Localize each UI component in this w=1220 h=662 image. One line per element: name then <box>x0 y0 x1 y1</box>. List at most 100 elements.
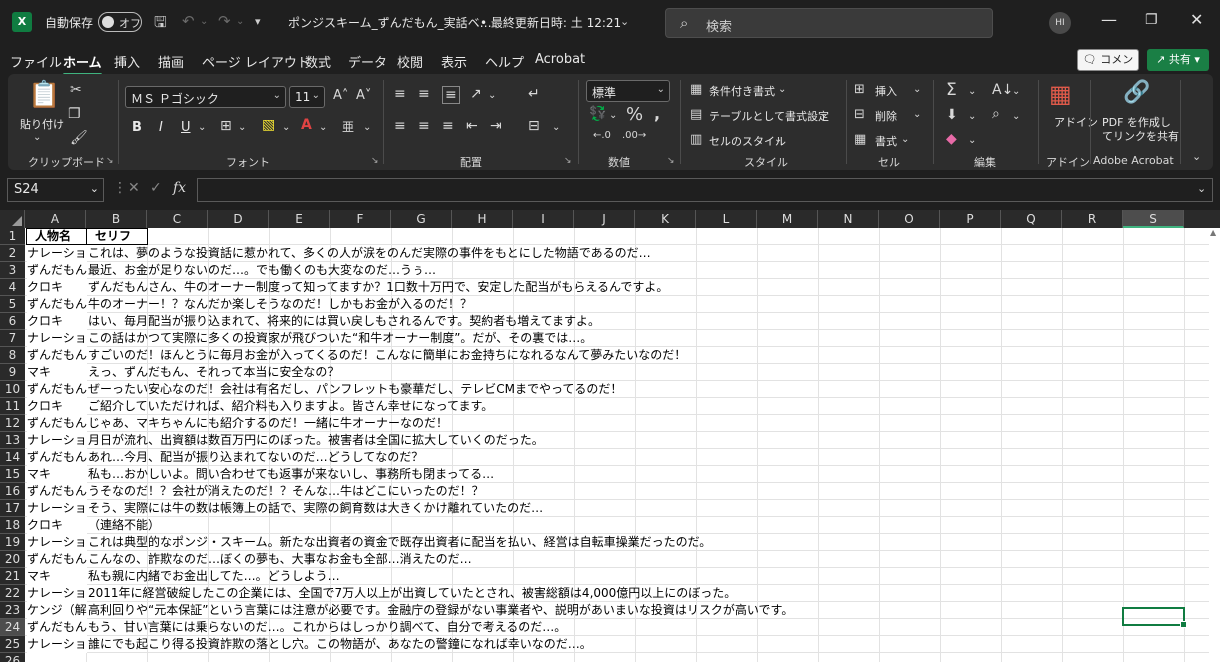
increase-font-icon[interactable]: A˄ <box>333 88 348 103</box>
row-header-20[interactable]: 20 <box>0 551 25 568</box>
decrease-indent-icon[interactable]: ⇤ <box>466 118 478 134</box>
clear-icon[interactable]: ◆ <box>946 131 957 147</box>
font-size-select[interactable]: 11 ⌄ <box>289 86 325 108</box>
cell-name[interactable]: ずんだもん <box>27 347 87 364</box>
tab-insert[interactable]: 挿入 <box>114 52 140 71</box>
undo-icon[interactable]: ↶ <box>182 12 195 30</box>
column-header-d[interactable]: D <box>208 210 269 228</box>
cell-name[interactable]: クロキ <box>27 517 87 534</box>
insert-cells-button[interactable]: 挿入 <box>875 83 897 99</box>
delete-cells-icon[interactable]: ⊟ <box>854 107 865 122</box>
percent-icon[interactable]: % <box>626 104 643 125</box>
increase-indent-icon[interactable]: ⇥ <box>490 118 502 134</box>
font-launcher-icon[interactable]: ↘ <box>371 156 379 166</box>
tab-acrobat[interactable]: Acrobat <box>535 52 585 67</box>
cell-name[interactable]: ナレーション <box>27 585 87 602</box>
sort-filter-icon[interactable]: A↓ <box>992 82 1013 98</box>
cell-line[interactable]: こんなの、詐欺なのだ…ぼくの夢も、大事なお金も全部…消えたのだ… <box>88 551 472 568</box>
align-center-icon[interactable]: ≡ <box>418 118 430 134</box>
find-select-icon[interactable]: ⌕ <box>992 106 1000 122</box>
column-header-m[interactable]: M <box>757 210 818 228</box>
cell-line[interactable]: 最近、お金が足りないのだ…。でも働くのも大変なのだ…うぅ… <box>88 262 436 279</box>
row-header-18[interactable]: 18 <box>0 517 25 534</box>
cell-line[interactable]: もう、甘い言葉には乗らないのだ…。これからはしっかり調べて、自分で考えるのだ…。 <box>88 619 566 636</box>
header-cell-line[interactable]: セリフ <box>86 228 148 245</box>
cell-line[interactable]: ご紹介していただければ、紹介料も入りますよ。皆さん幸せになってます。 <box>88 398 493 415</box>
phonetic-icon[interactable]: 亜 <box>342 118 354 135</box>
undo-dropdown-icon[interactable]: ⌄ <box>200 16 208 27</box>
cell-name[interactable]: ナレーション <box>27 432 87 449</box>
cell-name[interactable]: マキ <box>27 364 87 381</box>
add-ins-button[interactable]: アドイン <box>1054 114 1098 130</box>
column-header-r[interactable]: R <box>1062 210 1123 228</box>
column-header-n[interactable]: N <box>818 210 879 228</box>
currency-icon[interactable]: 💱 <box>589 106 606 122</box>
cell-line[interactable]: あれ…今月、配当が振り込まれてないのだ…どうしてなのだ？ <box>88 449 423 466</box>
avatar[interactable]: HI <box>1049 12 1071 34</box>
select-all-button[interactable] <box>0 210 25 228</box>
chevron-down-icon[interactable]: ⌄ <box>774 134 782 145</box>
formula-input[interactable] <box>197 178 1213 202</box>
format-cells-button[interactable]: 書式 <box>875 133 897 149</box>
cell-line[interactable]: そう、実際には牛の数は帳簿上の話で、実際の飼育数は大きくかけ離れていたのだ… <box>88 500 543 517</box>
align-middle-icon[interactable]: ≡ <box>418 86 430 102</box>
cell-name[interactable]: ナレーション <box>27 636 87 653</box>
cell-line[interactable]: これは、夢のような投資話に惹かれて、多くの人が涙をのんだ実際の事件をもとにした物… <box>88 245 651 262</box>
insert-function-icon[interactable]: fx <box>173 180 186 196</box>
row-header-21[interactable]: 21 <box>0 568 25 585</box>
chevron-down-icon[interactable]: ⌄ <box>913 109 921 120</box>
borders-icon[interactable]: ⊞ <box>220 118 232 134</box>
tab-home[interactable]: ホーム <box>63 52 102 76</box>
cell-name[interactable]: クロキ <box>27 313 87 330</box>
comment-button[interactable]: 🗨 コメント <box>1077 49 1139 86</box>
italic-button[interactable]: I <box>159 120 163 135</box>
column-header-q[interactable]: Q <box>1001 210 1062 228</box>
currency-dropdown-icon[interactable]: ⌄ <box>609 110 617 121</box>
cell-name[interactable]: ずんだもん <box>27 449 87 466</box>
delete-cells-button[interactable]: 削除 <box>875 108 897 124</box>
column-header-b[interactable]: B <box>86 210 147 228</box>
row-header-14[interactable]: 14 <box>0 449 25 466</box>
cell-line[interactable]: 牛のオーナー！？なんだか楽しそうなのだ！しかもお金が入るのだ！？ <box>88 296 472 313</box>
merge-dropdown-icon[interactable]: ⌄ <box>552 122 560 133</box>
cell-name[interactable]: マキ <box>27 466 87 483</box>
more-options-icon[interactable]: ⋮ <box>113 180 127 196</box>
redo-icon[interactable]: ↷ <box>218 12 231 30</box>
cell-line[interactable]: （連絡不能） <box>88 517 160 534</box>
conditional-format-icon[interactable]: ▦ <box>690 82 702 97</box>
bold-button[interactable]: B <box>132 120 142 135</box>
enter-icon[interactable]: ✓ <box>150 180 162 196</box>
minimize-icon[interactable]: — <box>1101 10 1117 29</box>
cell-name[interactable]: ずんだもん <box>27 551 87 568</box>
format-as-table-icon[interactable]: ▤ <box>690 107 702 122</box>
orientation-icon[interactable]: ↗ <box>470 86 482 102</box>
column-header-l[interactable]: L <box>696 210 757 228</box>
cell-name[interactable]: ずんだもん <box>27 296 87 313</box>
find-dropdown-icon[interactable]: ⌄ <box>1012 111 1020 122</box>
phonetic-dropdown-icon[interactable]: ⌄ <box>363 122 371 133</box>
expand-formula-icon[interactable]: ⌄ <box>1197 182 1206 195</box>
column-header-e[interactable]: E <box>269 210 330 228</box>
row-header-19[interactable]: 19 <box>0 534 25 551</box>
collapse-ribbon-icon[interactable]: ⌄ <box>1192 150 1201 163</box>
column-header-j[interactable]: J <box>574 210 635 228</box>
column-header-g[interactable]: G <box>391 210 452 228</box>
clipboard-launcher-icon[interactable]: ↘ <box>106 156 114 166</box>
tab-formulas[interactable]: 数式 <box>305 52 331 71</box>
align-left-icon[interactable]: ≡ <box>394 118 406 134</box>
cell-line[interactable]: うそなのだ！？会社が消えたのだ！？そんな…牛はどこにいったのだ！？ <box>88 483 484 500</box>
chevron-down-icon[interactable]: ⌄ <box>901 134 909 145</box>
font-name-select[interactable]: ＭＳ Ｐゴシック ⌄ <box>125 86 286 108</box>
row-header-7[interactable]: 7 <box>0 330 25 347</box>
column-header-i[interactable]: I <box>513 210 574 228</box>
fill-color-icon[interactable]: ▧ <box>262 117 275 133</box>
cell-name[interactable]: ずんだもん <box>27 415 87 432</box>
cell-name[interactable]: ケンジ（解説） <box>27 602 87 619</box>
cells-area[interactable]: 人物名 セリフ これは、夢のような投資話に惹かれて、多くの人が涙をのんだ実際の事… <box>25 228 1220 662</box>
clear-dropdown-icon[interactable]: ⌄ <box>968 135 976 146</box>
add-ins-icon[interactable]: ▦ <box>1049 80 1072 108</box>
borders-dropdown-icon[interactable]: ⌄ <box>238 122 246 133</box>
number-format-select[interactable]: 標準 ⌄ <box>586 80 670 102</box>
column-header-h[interactable]: H <box>452 210 513 228</box>
row-header-25[interactable]: 25 <box>0 636 25 653</box>
